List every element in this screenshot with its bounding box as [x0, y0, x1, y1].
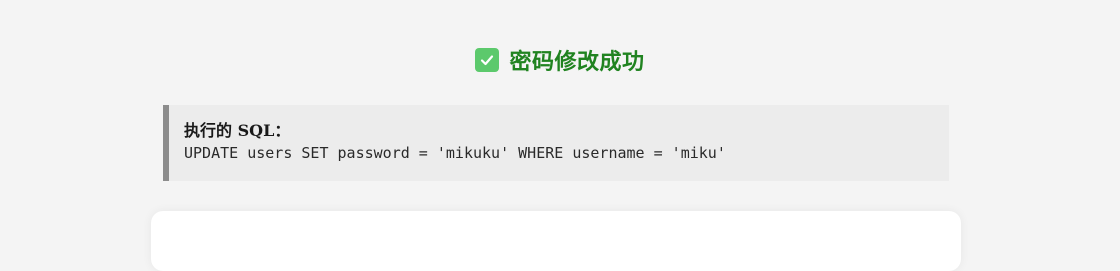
- success-message: 密码修改成功: [0, 44, 1120, 76]
- check-icon: [475, 48, 500, 72]
- sql-label: 执行的 SQL：: [184, 121, 291, 140]
- content-card: [151, 211, 961, 271]
- success-title: 密码修改成功: [509, 50, 645, 75]
- sql-block: 执行的 SQL： UPDATE users SET password = 'mi…: [163, 105, 949, 181]
- sql-statement: UPDATE users SET password = 'mikuku' WHE…: [184, 144, 726, 162]
